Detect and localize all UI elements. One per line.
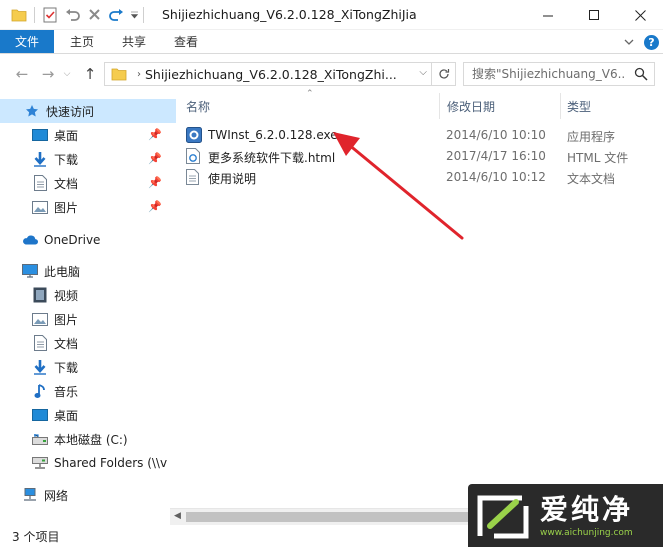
watermark-url: www.aichunjing.com <box>540 528 633 538</box>
scrollbar-thumb[interactable] <box>186 512 482 522</box>
annotation-arrow <box>333 132 464 240</box>
watermark-brand: 爱纯净 <box>540 493 634 526</box>
watermark-logo: 爱纯净 www.aichunjing.com <box>468 484 663 547</box>
scroll-left-icon[interactable]: ◀ <box>174 511 181 521</box>
item-count: 3 个项目 <box>12 530 60 544</box>
brand-logo-icon <box>477 495 529 539</box>
